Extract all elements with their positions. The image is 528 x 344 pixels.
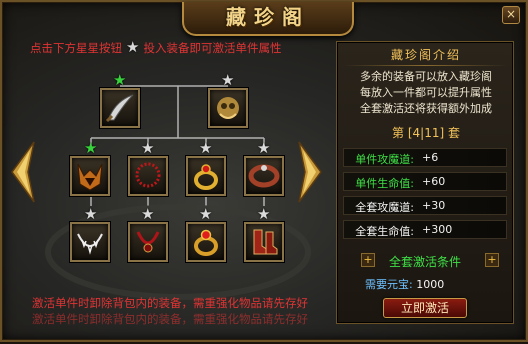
slot-crimson-necklace[interactable] bbox=[128, 222, 168, 262]
attribute-value: +300 bbox=[422, 223, 453, 236]
red-bead-necklace-icon bbox=[135, 162, 161, 188]
bottom-hint: 激活单件时卸除背包内的装备，需重强化物品请先存好 激活单件时卸除背包内的装备，需… bbox=[32, 295, 308, 327]
treasure-pavilion-window: 藏珍阁 × 点击下方星星按钮 ★ 投入装备即可激活单件属性 ★ ★ ★ ★ ★ … bbox=[0, 0, 528, 342]
star-gray-icon[interactable]: ★ bbox=[141, 207, 154, 222]
intro-line: 多余的装备可以放入藏珍阁 bbox=[360, 70, 492, 83]
star-gray-icon[interactable]: ★ bbox=[141, 141, 154, 156]
info-panel: 藏珍阁介绍 多余的装备可以放入藏珍阁 每放入一件都可以提升属性 全套激活还将获得… bbox=[336, 41, 514, 324]
star-gray-icon[interactable]: ★ bbox=[257, 141, 270, 156]
set-progress: 第 [4|11] 套 bbox=[392, 126, 460, 140]
bottom-hint-line-1: 激活单件时卸除背包内的装备，需重强化物品请先存好 bbox=[32, 296, 308, 310]
attribute-label: 全套攻魔道: bbox=[355, 201, 414, 214]
top-hint-left: 点击下方星星按钮 bbox=[30, 41, 122, 55]
slot-fang-necklace[interactable] bbox=[70, 222, 110, 262]
window-title: 藏珍阁 bbox=[226, 5, 310, 29]
top-hint: 点击下方星星按钮 ★ 投入装备即可激活单件属性 bbox=[30, 40, 281, 56]
slot-gem-bracer[interactable] bbox=[244, 156, 284, 196]
crimson-necklace-icon bbox=[136, 231, 160, 253]
top-hint-right: 投入装备即可激活单件属性 bbox=[143, 41, 282, 55]
star-gray-icon[interactable]: ★ bbox=[199, 207, 212, 222]
star-gray-icon[interactable]: ★ bbox=[199, 141, 212, 156]
curved-blade-icon bbox=[105, 94, 134, 123]
slot-horned-helmet[interactable] bbox=[70, 156, 110, 196]
panel-title: 藏珍阁介绍 bbox=[390, 48, 461, 62]
panel-divider bbox=[343, 65, 507, 66]
gold-ruby-ring-icon bbox=[194, 164, 218, 190]
star-icon: ★ bbox=[126, 38, 140, 56]
attribute-value: +60 bbox=[422, 175, 446, 188]
star-green-icon[interactable]: ★ bbox=[113, 73, 126, 88]
attribute-value: +6 bbox=[422, 151, 439, 164]
ruby-ring-icon bbox=[194, 229, 218, 256]
fang-necklace-icon bbox=[77, 233, 103, 255]
expand-plus-icon[interactable]: + bbox=[485, 253, 499, 267]
attribute-label: 全套生命值: bbox=[355, 225, 414, 238]
title-plate: 藏珍阁 bbox=[182, 2, 354, 36]
cost-label: 需要元宝: bbox=[365, 278, 413, 291]
bottom-hint-line-2: 激活单件时卸除背包内的装备，需重强化物品请先存好 bbox=[32, 312, 308, 326]
attribute-value: +30 bbox=[422, 199, 446, 212]
set-condition-row: + 全套激活条件 + bbox=[343, 251, 507, 269]
attribute-label: 单件生命值: bbox=[355, 177, 414, 190]
panel-intro: 多余的装备可以放入藏珍阁 每放入一件都可以提升属性 全套激活还将获得额外加成 bbox=[343, 69, 509, 117]
activate-now-button[interactable]: 立即激活 bbox=[383, 298, 467, 318]
star-gray-icon[interactable]: ★ bbox=[221, 73, 234, 88]
star-gray-icon[interactable]: ★ bbox=[84, 207, 97, 222]
beast-armor-icon bbox=[217, 97, 239, 119]
slot-curved-blade[interactable] bbox=[100, 88, 140, 128]
slot-gold-ruby-ring[interactable] bbox=[186, 156, 226, 196]
star-gray-icon[interactable]: ★ bbox=[257, 207, 270, 222]
slot-red-boots[interactable] bbox=[244, 222, 284, 262]
gem-bracer-icon bbox=[248, 164, 280, 188]
attribute-row: 全套攻魔道: +30 bbox=[343, 196, 507, 215]
close-button[interactable]: × bbox=[502, 6, 520, 24]
next-arrow-button[interactable] bbox=[297, 140, 323, 204]
cost-row: 需要元宝: 1000 bbox=[365, 276, 444, 292]
slot-ruby-ring[interactable] bbox=[186, 222, 226, 262]
cost-value: 1000 bbox=[416, 278, 445, 291]
attribute-row: 单件生命值: +60 bbox=[343, 172, 507, 191]
attribute-label: 单件攻魔道: bbox=[355, 153, 414, 166]
attribute-row: 单件攻魔道: +6 bbox=[343, 148, 507, 167]
prev-arrow-button[interactable] bbox=[10, 140, 36, 204]
intro-line: 全套激活还将获得额外加成 bbox=[360, 102, 492, 115]
attribute-row: 全套生命值: +300 bbox=[343, 220, 507, 239]
red-boots-icon bbox=[253, 229, 278, 255]
horned-helmet-icon bbox=[77, 163, 103, 191]
slot-beast-armor[interactable] bbox=[208, 88, 248, 128]
set-condition-label[interactable]: 全套激活条件 bbox=[343, 253, 507, 270]
intro-line: 每放入一件都可以提升属性 bbox=[360, 86, 492, 99]
slot-red-bead-necklace[interactable] bbox=[128, 156, 168, 196]
star-green-icon[interactable]: ★ bbox=[84, 141, 97, 156]
